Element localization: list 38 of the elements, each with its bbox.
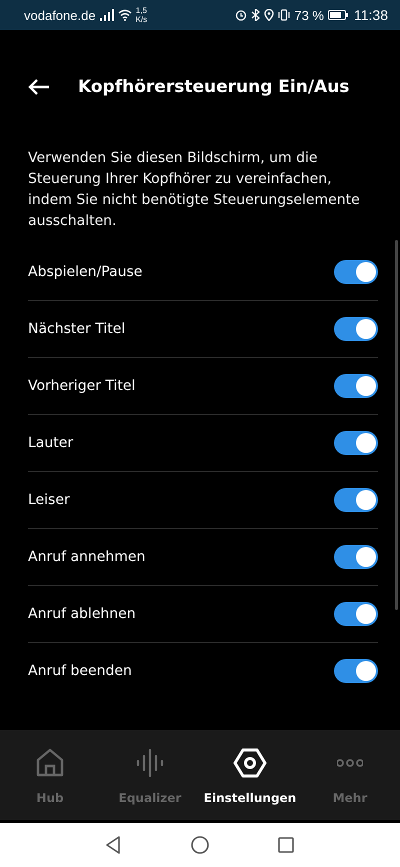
- alarm-icon: [235, 9, 248, 21]
- battery-icon: [328, 10, 348, 20]
- toggle-switch[interactable]: [334, 488, 378, 512]
- setting-label: Lauter: [28, 435, 74, 451]
- bluetooth-icon: [251, 9, 260, 21]
- setting-label: Anruf beenden: [28, 663, 132, 679]
- toggle-switch[interactable]: [334, 602, 378, 626]
- nav-tab[interactable]: Einstellungen: [200, 730, 300, 820]
- clock-time: 11:38: [354, 7, 388, 23]
- more-icon: [337, 759, 363, 767]
- toggle-switch[interactable]: [334, 431, 378, 455]
- speed-value: 1,5: [136, 6, 147, 15]
- setting-label: Vorheriger Titel: [28, 378, 136, 394]
- wifi-icon: [118, 9, 132, 21]
- nav-tab[interactable]: Equalizer: [100, 730, 200, 820]
- setting-label: Anruf ablehnen: [28, 606, 136, 622]
- recents-nav-icon[interactable]: [276, 835, 296, 855]
- home-nav-icon[interactable]: [190, 835, 210, 855]
- setting-label: Abspielen/Pause: [28, 264, 142, 280]
- toggle-switch[interactable]: [334, 374, 378, 398]
- battery-percent: 73 %: [294, 8, 324, 22]
- toggle-switch[interactable]: [334, 659, 378, 683]
- nav-tab[interactable]: Hub: [0, 730, 100, 820]
- vibrate-icon: [278, 9, 290, 21]
- toggle-switch[interactable]: [334, 545, 378, 569]
- nav-tab[interactable]: Mehr: [300, 730, 400, 820]
- back-arrow-icon: [28, 79, 50, 95]
- location-icon: [264, 9, 274, 21]
- signal-icon: [100, 9, 114, 21]
- description-text: Verwenden Sie diesen Bildschirm, um die Steuerung Ihrer Kopfhörer zu vereinfachen, indem Sie nicht benötigte Steuerungselemente ausschalten.: [28, 149, 361, 231]
- toggle-switch[interactable]: [334, 317, 378, 341]
- setting-label: Nächster Titel: [28, 321, 126, 337]
- page-title: Kopfhörersteuerung Ein/Aus: [78, 77, 350, 97]
- setting-label: Leiser: [28, 492, 70, 508]
- carrier-name: vodafone.de: [24, 8, 96, 22]
- setting-label: Anruf annehmen: [28, 549, 146, 565]
- toggle-switch[interactable]: [334, 260, 378, 284]
- speed-unit: K/s: [136, 15, 148, 24]
